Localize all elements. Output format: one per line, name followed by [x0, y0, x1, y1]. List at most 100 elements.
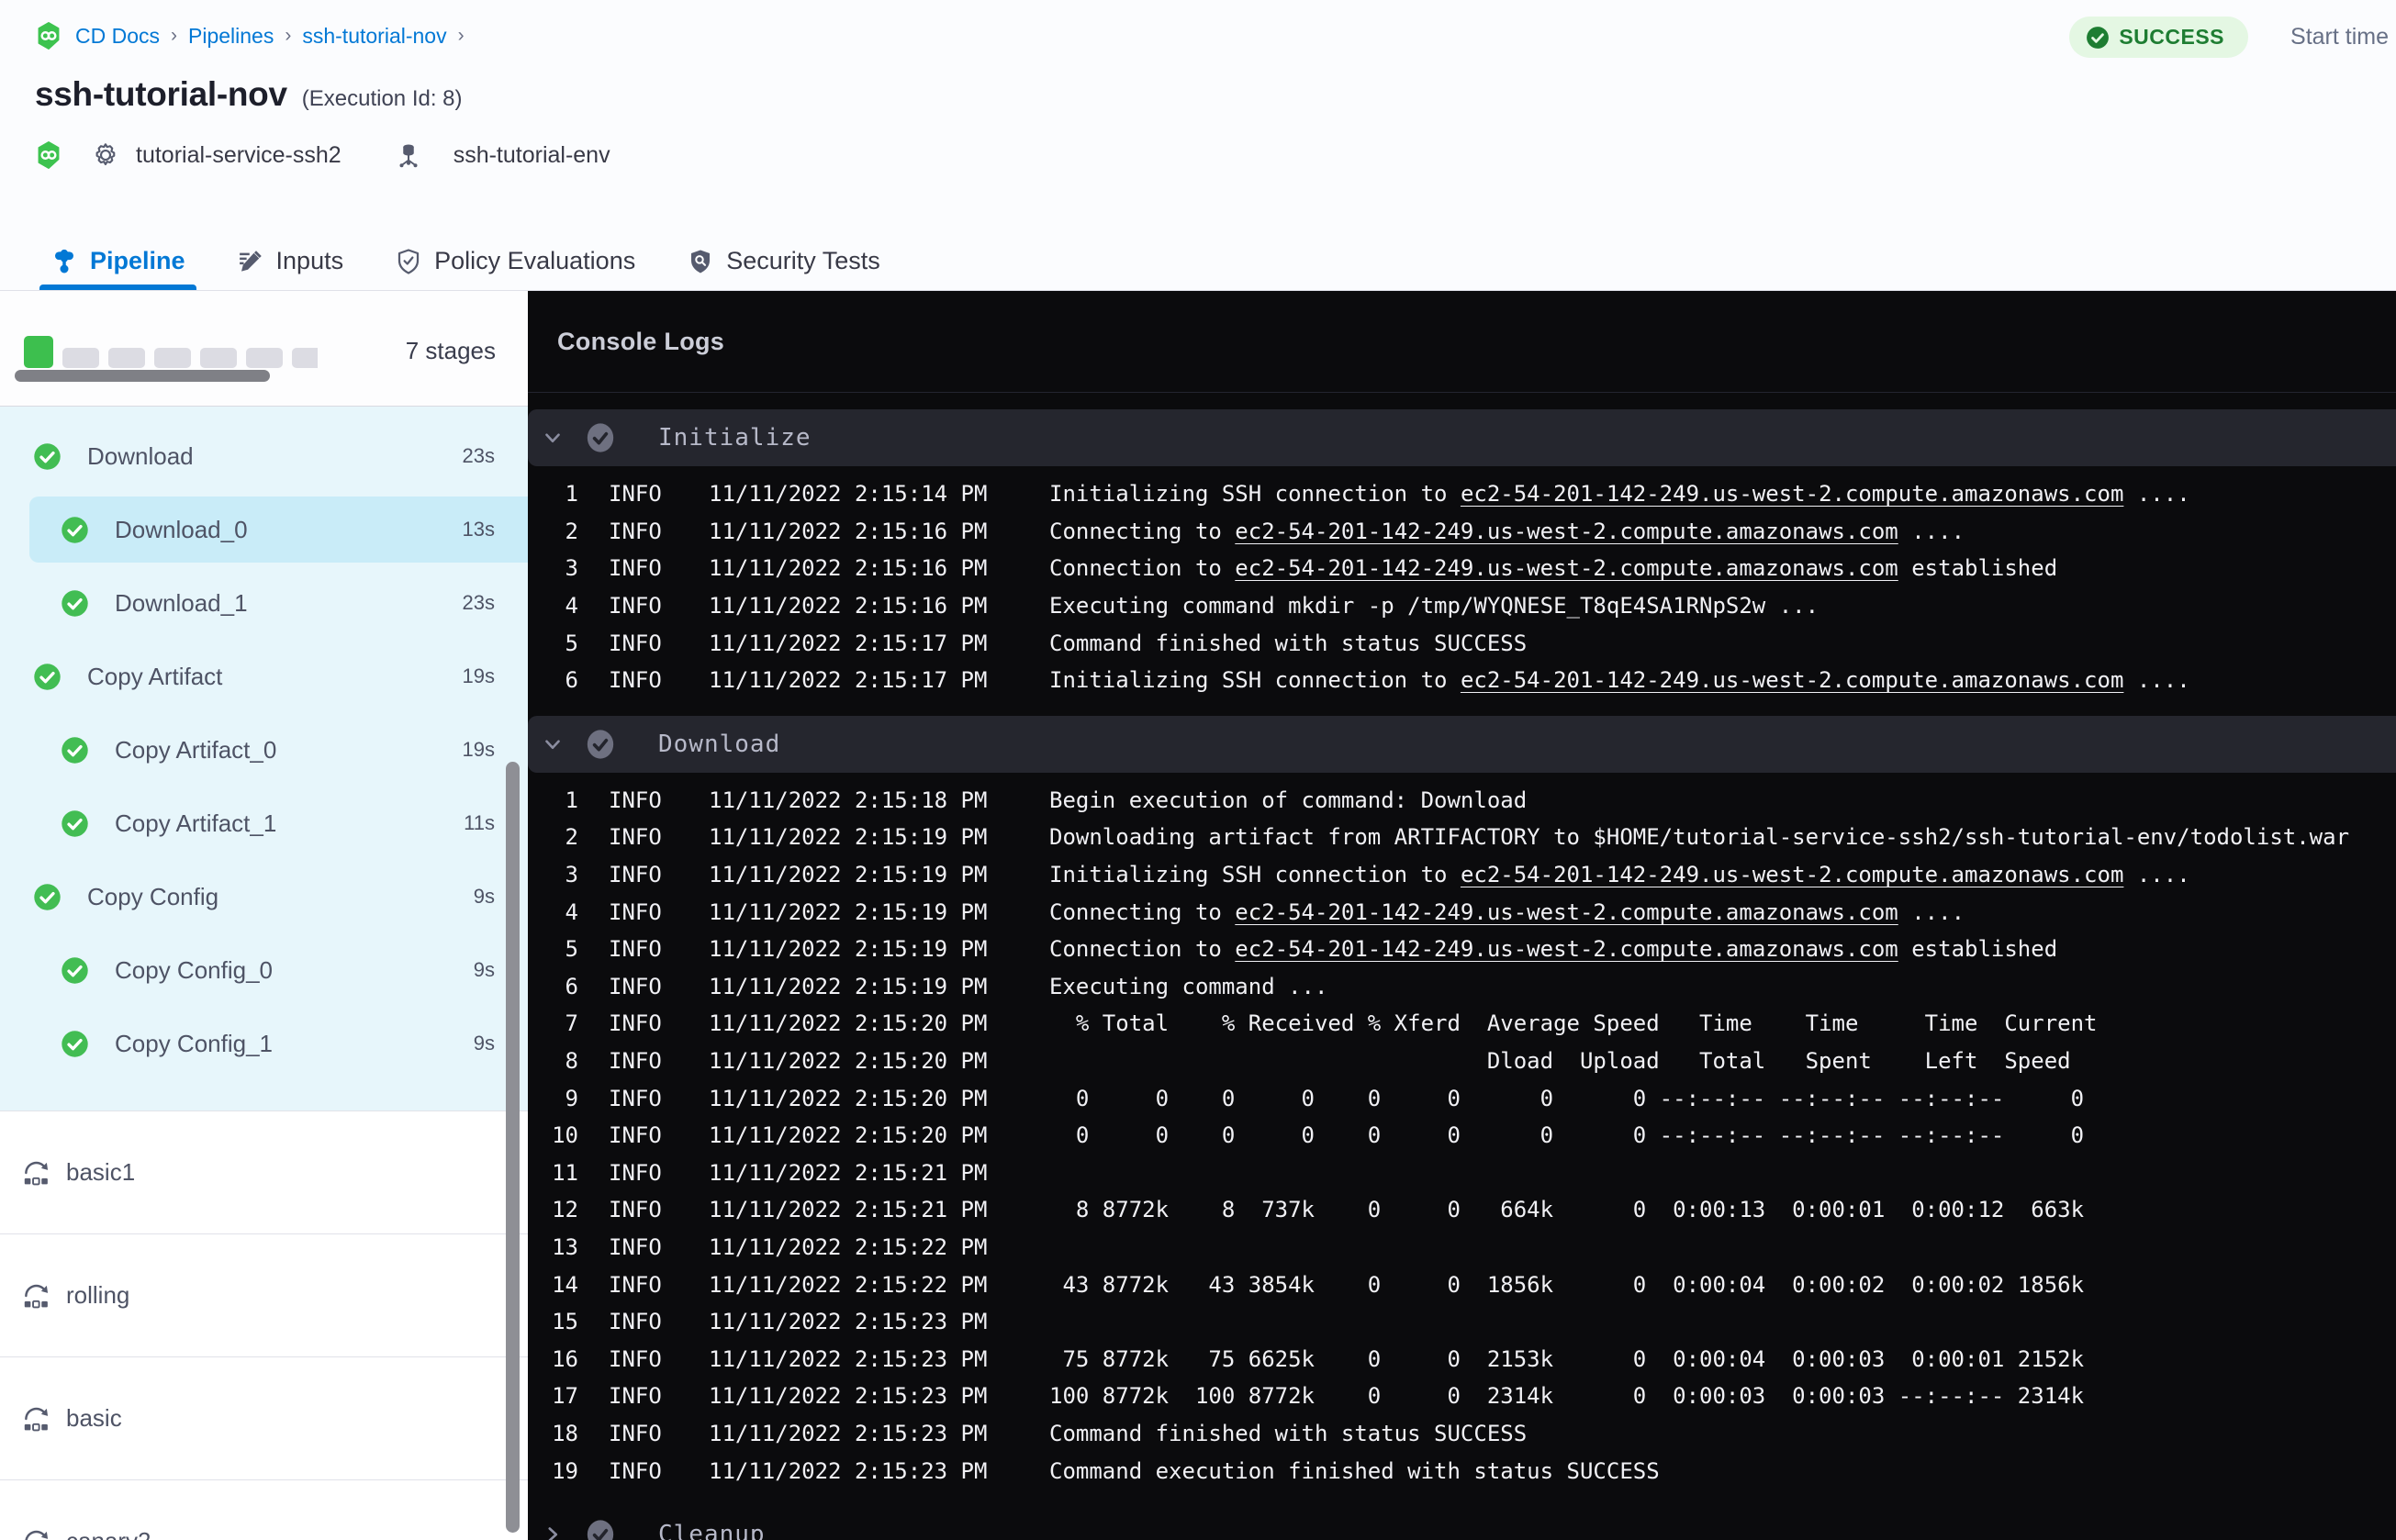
service-name[interactable]: tutorial-service-ssh2: [136, 142, 341, 169]
pipeline-list-item[interactable]: rolling: [0, 1234, 528, 1357]
stage-row[interactable]: Download_0 13s: [0, 493, 528, 566]
chevron-down-icon[interactable]: [541, 732, 565, 756]
log-text: Downloading artifact from ARTIFACTORY to…: [1049, 824, 2350, 851]
log-text: Connecting to: [1049, 898, 1236, 925]
log-line: 18 INFO 11/11/2022 2:15:23 PM Command fi…: [528, 1415, 2396, 1453]
log-message: 8 8772k 8 737k 0 0 664k 0 0:00:13 0:00:0…: [1049, 1197, 2396, 1222]
line-number: 3: [565, 555, 578, 582]
log-line: 1 INFO 11/11/2022 2:15:14 PM Initializin…: [528, 475, 2396, 513]
main-content: 7 stages Download 23s Download_0 13s Dow…: [0, 291, 2396, 1540]
stage-row[interactable]: Copy Artifact 19s: [0, 640, 528, 713]
chevron-down-icon[interactable]: [541, 426, 565, 450]
chevron-right-icon[interactable]: [541, 1523, 565, 1540]
environment-name[interactable]: ssh-tutorial-env: [453, 142, 610, 169]
sidebar-scrollbar[interactable]: [506, 762, 520, 1533]
pipeline-list-item[interactable]: basic1: [0, 1111, 528, 1234]
line-number: 1: [565, 787, 578, 813]
pipeline-list-item[interactable]: basic: [0, 1357, 528, 1480]
log-timestamp: 11/11/2022 2:15:19 PM: [709, 936, 988, 963]
pipeline-name: canary2: [66, 1527, 151, 1540]
stage-row[interactable]: Copy Artifact_1 11s: [0, 787, 528, 860]
log-line: 3 INFO 11/11/2022 2:15:16 PM Connection …: [528, 550, 2396, 587]
log-link[interactable]: ec2-54-201-142-249.us-west-2.compute.ama…: [1235, 899, 1898, 925]
stage-segment[interactable]: [200, 348, 237, 368]
stage-name: Download_1: [115, 588, 248, 617]
breadcrumb-link[interactable]: Pipelines: [188, 24, 274, 49]
log-timestamp: 11/11/2022 2:15:19 PM: [709, 862, 988, 888]
stage-row[interactable]: Copy Artifact_0 19s: [0, 713, 528, 787]
success-check-icon: [61, 809, 89, 838]
stage-segment[interactable]: [292, 348, 318, 368]
log-text: ....: [1898, 518, 1965, 544]
log-timestamp: 11/11/2022 2:15:20 PM: [709, 1010, 988, 1037]
log-level: INFO: [609, 787, 662, 813]
log-level: INFO: [609, 593, 662, 619]
log-message: Connecting to ec2-54-201-142-249.us-west…: [1049, 519, 2396, 544]
log-timestamp: 11/11/2022 2:15:21 PM: [709, 1159, 988, 1186]
stage-segment[interactable]: [154, 348, 191, 368]
log-section-header[interactable]: Initialize: [528, 409, 2396, 466]
line-number: 2: [565, 824, 578, 851]
service-gear-icon: [92, 141, 119, 169]
log-timestamp: 11/11/2022 2:15:18 PM: [709, 787, 988, 813]
page-title: ssh-tutorial-nov: [35, 75, 287, 113]
tab-label: Security Tests: [726, 247, 880, 274]
console-body[interactable]: Initialize 1 INFO 11/11/2022 2:15:14 PM …: [528, 393, 2396, 1540]
stage-name: Copy Artifact: [87, 662, 223, 690]
log-level: INFO: [609, 862, 662, 888]
breadcrumb-link[interactable]: ssh-tutorial-nov: [302, 24, 446, 49]
log-level: INFO: [609, 1383, 662, 1410]
line-number: 10: [552, 1122, 578, 1149]
log-section-header[interactable]: Cleanup: [528, 1506, 2396, 1540]
tab-pipeline[interactable]: Pipeline: [39, 232, 196, 290]
line-number: 7: [565, 1010, 578, 1037]
pipeline-name: basic1: [66, 1158, 136, 1186]
harness-logo-icon: [35, 141, 62, 169]
log-message: Initializing SSH connection to ec2-54-20…: [1049, 667, 2396, 693]
line-number: 11: [552, 1159, 578, 1186]
log-timestamp: 11/11/2022 2:15:20 PM: [709, 1085, 988, 1111]
log-line: 2 INFO 11/11/2022 2:15:19 PM Downloading…: [528, 819, 2396, 856]
log-timestamp: 11/11/2022 2:15:23 PM: [709, 1309, 988, 1335]
tab-policy-evaluations[interactable]: Policy Evaluations: [395, 232, 635, 290]
stage-segment[interactable]: [108, 348, 145, 368]
log-level: INFO: [609, 667, 662, 694]
log-timestamp: 11/11/2022 2:15:23 PM: [709, 1457, 988, 1484]
tab-security-tests[interactable]: Security Tests: [687, 232, 880, 290]
line-number: 3: [565, 862, 578, 888]
line-number: 14: [552, 1271, 578, 1298]
log-line: 3 INFO 11/11/2022 2:15:19 PM Initializin…: [528, 856, 2396, 894]
start-time-label: Start time: [2290, 24, 2389, 50]
pipeline-execution-page: CD Docs › Pipelines › ssh-tutorial-nov › SUCC…: [0, 0, 2396, 1540]
stage-row[interactable]: Copy Config_1 9s: [0, 1007, 528, 1080]
line-number: 19: [552, 1457, 578, 1484]
log-text: 43 8772k 43 3854k 0 0 1856k 0 0:00:04 0:…: [1049, 1271, 2085, 1298]
log-message: 0 0 0 0 0 0 0 0 --:--:-- --:--:-- --:--:…: [1049, 1122, 2396, 1148]
stages-minimap-scrollbar[interactable]: [15, 370, 270, 382]
pipeline-list-item[interactable]: canary2: [0, 1480, 528, 1540]
log-link[interactable]: ec2-54-201-142-249.us-west-2.compute.ama…: [1461, 862, 2123, 887]
log-link[interactable]: ec2-54-201-142-249.us-west-2.compute.ama…: [1235, 936, 1898, 962]
breadcrumb-link[interactable]: CD Docs: [75, 24, 160, 49]
stage-segment-complete[interactable]: [24, 336, 53, 368]
tab-inputs[interactable]: Inputs: [237, 232, 343, 290]
stage-duration: 9s: [473, 958, 495, 981]
stage-row[interactable]: Download 23s: [0, 419, 528, 493]
log-link[interactable]: ec2-54-201-142-249.us-west-2.compute.ama…: [1461, 481, 2123, 507]
log-text: established: [1898, 936, 2058, 963]
stage-segment[interactable]: [246, 348, 283, 368]
success-check-icon: [61, 956, 89, 985]
line-number: 6: [565, 667, 578, 694]
log-text: ....: [2123, 481, 2190, 508]
log-link[interactable]: ec2-54-201-142-249.us-west-2.compute.ama…: [1461, 667, 2123, 693]
log-link[interactable]: ec2-54-201-142-249.us-west-2.compute.ama…: [1235, 519, 1898, 544]
stage-segment[interactable]: [62, 348, 99, 368]
section-title: Initialize: [658, 424, 812, 452]
log-section-header[interactable]: Download: [528, 715, 2396, 773]
log-text: Connection to: [1049, 936, 1236, 963]
stage-row[interactable]: Copy Config_0 9s: [0, 933, 528, 1007]
stage-row[interactable]: Download_1 23s: [0, 566, 528, 640]
log-link[interactable]: ec2-54-201-142-249.us-west-2.compute.ama…: [1235, 555, 1898, 581]
stage-row[interactable]: Copy Config 9s: [0, 860, 528, 933]
line-number: 18: [552, 1420, 578, 1446]
